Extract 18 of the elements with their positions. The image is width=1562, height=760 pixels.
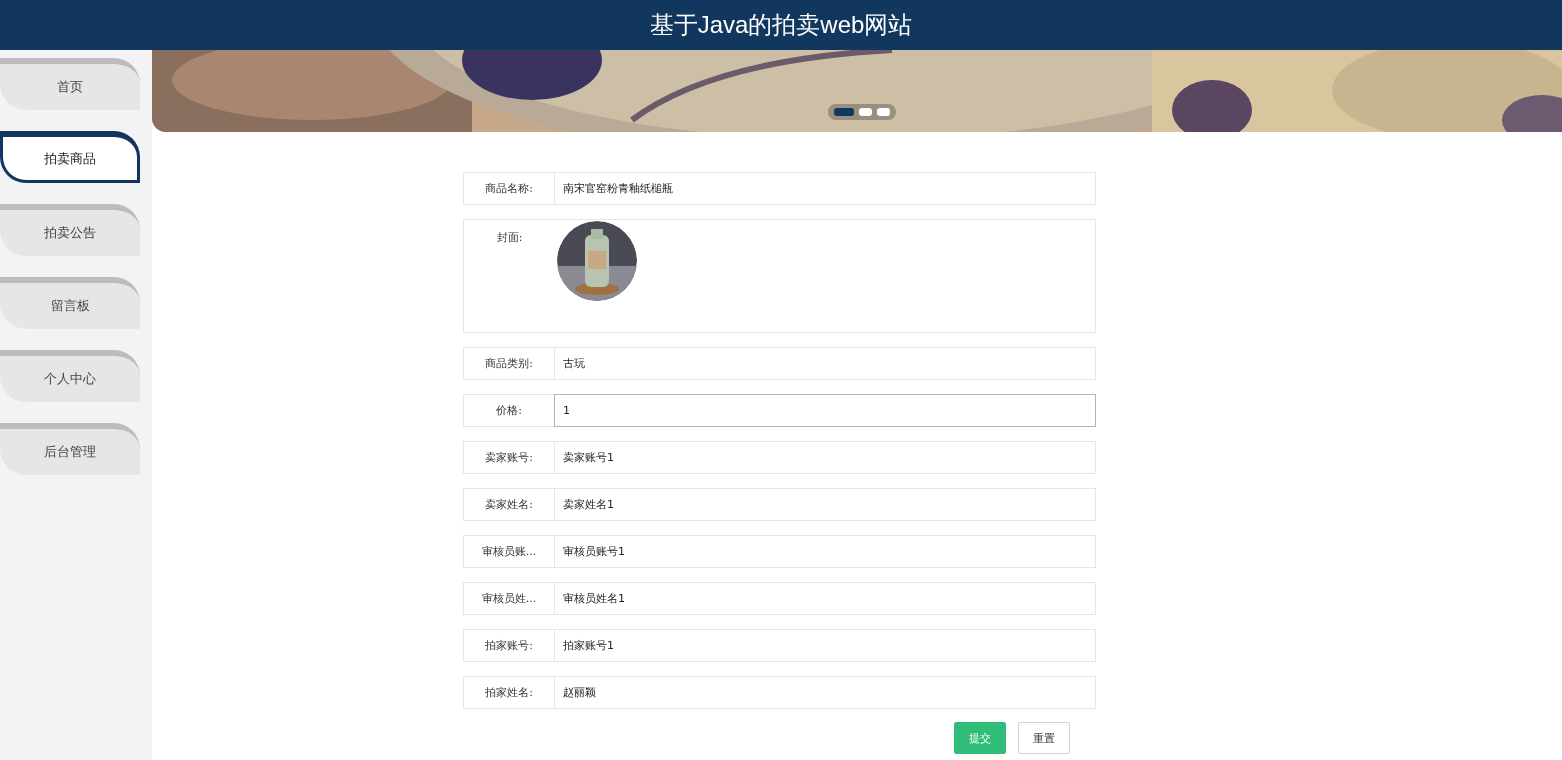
input-field[interactable]: 卖家姓名1: [554, 488, 1096, 521]
input-field[interactable]: 古玩: [554, 347, 1096, 380]
site-title: 基于Java的拍卖web网站: [649, 10, 913, 40]
reset-button[interactable]: 重置: [1018, 722, 1070, 754]
input-field[interactable]: 拍家账号1: [554, 629, 1096, 662]
nav-tab[interactable]: 个人中心: [0, 350, 140, 402]
nav-tab[interactable]: 后台管理: [0, 423, 140, 475]
nav-tab[interactable]: 留言板: [0, 277, 140, 329]
input-field[interactable]: 卖家账号1: [554, 441, 1096, 474]
nav-tab[interactable]: 首页: [0, 58, 140, 110]
input-field[interactable]: 南宋官窑粉青釉纸槌瓶: [554, 172, 1096, 205]
input-field[interactable]: 赵丽颖: [554, 676, 1096, 709]
field-label: 封面:: [495, 230, 524, 246]
input-field[interactable]: 审核员姓名1: [554, 582, 1096, 615]
nav-tab[interactable]: 拍卖商品: [0, 131, 140, 183]
input-field[interactable]: 1: [554, 394, 1096, 427]
input-field[interactable]: 审核员账号1: [554, 535, 1096, 568]
nav-tab[interactable]: 拍卖公告: [0, 204, 140, 256]
